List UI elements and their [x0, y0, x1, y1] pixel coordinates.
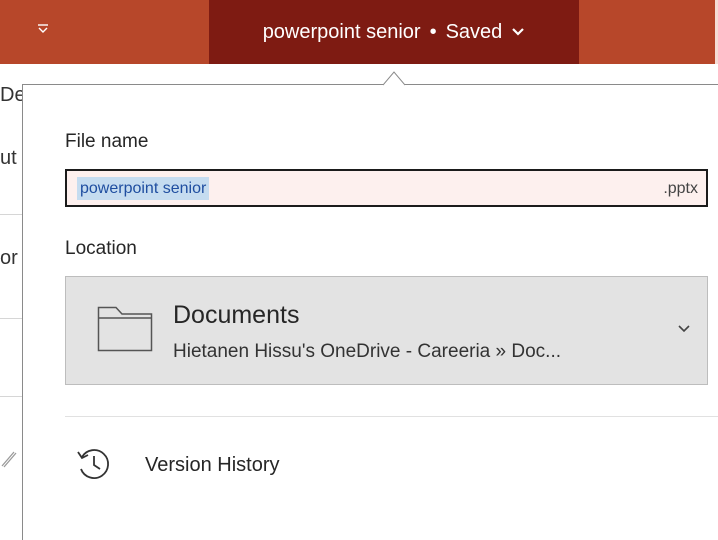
section-divider [65, 416, 718, 417]
folder-icon [97, 306, 153, 352]
save-status: Saved [445, 20, 503, 43]
quick-access-toolbar-more-icon[interactable] [34, 20, 52, 38]
file-name-selected-text: powerpoint senior [77, 177, 210, 200]
background-text-fragment: ut [0, 147, 17, 169]
file-extension: .pptx [663, 180, 698, 197]
version-history-label: Version History [145, 454, 280, 476]
pen-icon [0, 446, 20, 470]
location-label: Location [65, 238, 137, 259]
flyout-beak [383, 71, 405, 86]
title-separator: • [429, 20, 437, 43]
location-dropdown[interactable]: Documents Hietanen Hissu's OneDrive - Ca… [65, 276, 708, 385]
document-name: powerpoint senior [262, 20, 421, 43]
background-divider [0, 214, 24, 215]
background-divider [0, 396, 24, 397]
file-name-input[interactable]: powerpoint senior .pptx [65, 169, 708, 207]
location-title: Documents [173, 301, 300, 329]
location-path: Hietanen Hissu's OneDrive - Careeria » D… [173, 341, 561, 362]
file-name-label: File name [65, 131, 149, 152]
title-bar: powerpoint senior • Saved [0, 0, 718, 64]
background-text-fragment: or [0, 247, 18, 269]
version-history-button[interactable]: Version History [65, 437, 385, 495]
document-title-button[interactable]: powerpoint senior • Saved [209, 0, 579, 64]
history-clock-icon [77, 449, 109, 479]
chevron-down-icon [678, 325, 690, 333]
background-divider [0, 318, 24, 319]
chevron-down-icon [511, 27, 525, 37]
background-text-fragment: De [0, 84, 24, 106]
